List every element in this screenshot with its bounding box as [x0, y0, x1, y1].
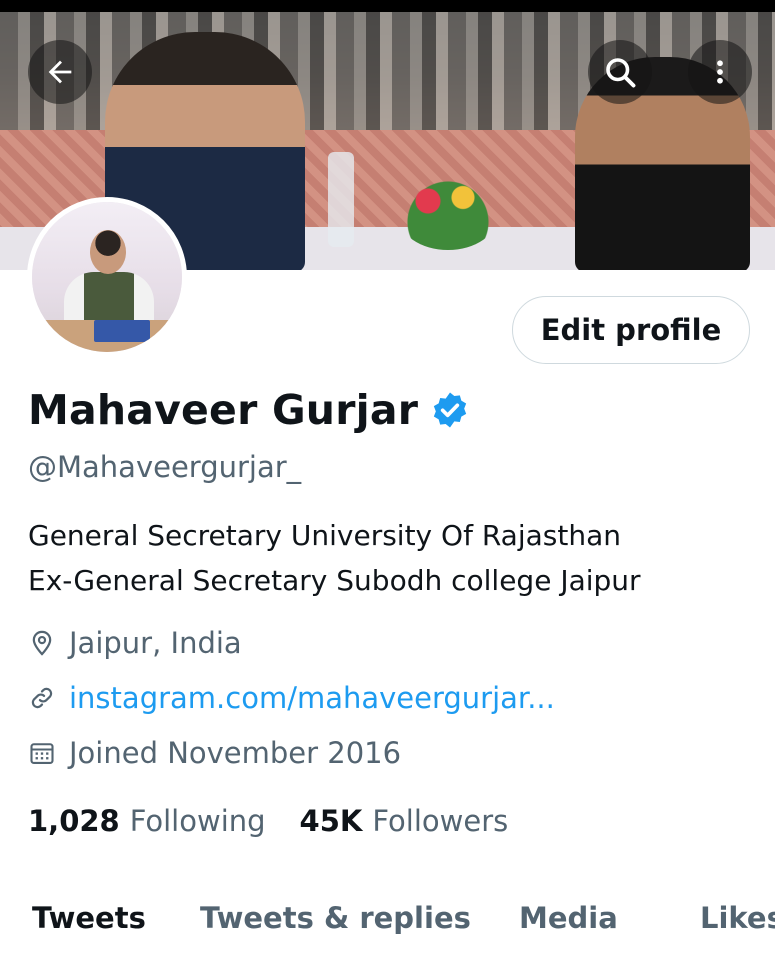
tab-tweets[interactable]: Tweets — [32, 901, 146, 935]
search-icon — [606, 58, 636, 88]
followers-label: Followers — [372, 804, 509, 838]
profile-name-row: Mahaveer Gurjar — [28, 386, 470, 434]
bio-line: Ex-General Secretary Subodh college Jaip… — [28, 564, 641, 597]
following-link[interactable]: 1,028 Following — [28, 804, 266, 838]
bio-line: General Secretary University Of Rajastha… — [28, 519, 621, 552]
profile-website: instagram.com/mahaveergurjar... — [28, 681, 555, 715]
location-pin-icon — [32, 630, 52, 656]
arrow-left-icon — [48, 60, 72, 84]
website-link[interactable]: instagram.com/mahaveergurjar... — [69, 681, 555, 715]
avatar[interactable] — [27, 197, 187, 357]
more-options-button[interactable] — [688, 40, 752, 104]
more-vertical-icon — [717, 60, 723, 84]
profile-joined-date: Joined November 2016 — [28, 736, 401, 770]
profile-stats: 1,028 Following 45K Followers — [28, 804, 508, 838]
link-icon — [31, 687, 53, 709]
followers-link[interactable]: 45K Followers — [300, 804, 509, 838]
edit-profile-button[interactable]: Edit profile — [512, 296, 750, 364]
tab-tweets-and-replies[interactable]: Tweets & replies — [200, 901, 471, 935]
profile-location: Jaipur, India — [28, 626, 242, 660]
profile-name: Mahaveer Gurjar — [28, 386, 419, 434]
profile-bio: General Secretary University Of Rajastha… — [28, 513, 641, 603]
back-button[interactable] — [28, 40, 92, 104]
joined-text: Joined November 2016 — [69, 736, 402, 770]
tab-likes[interactable]: Likes — [700, 901, 775, 935]
status-bar-strip — [0, 0, 775, 12]
calendar-icon — [30, 743, 54, 764]
following-count: 1,028 — [28, 804, 120, 838]
followers-count: 45K — [299, 804, 363, 838]
verified-badge-icon[interactable] — [430, 390, 470, 430]
location-text: Jaipur, India — [69, 626, 242, 660]
search-button[interactable] — [588, 40, 652, 104]
tab-media[interactable]: Media — [519, 901, 618, 935]
profile-handle: @Mahaveergurjar_ — [28, 450, 302, 484]
following-label: Following — [129, 804, 266, 838]
